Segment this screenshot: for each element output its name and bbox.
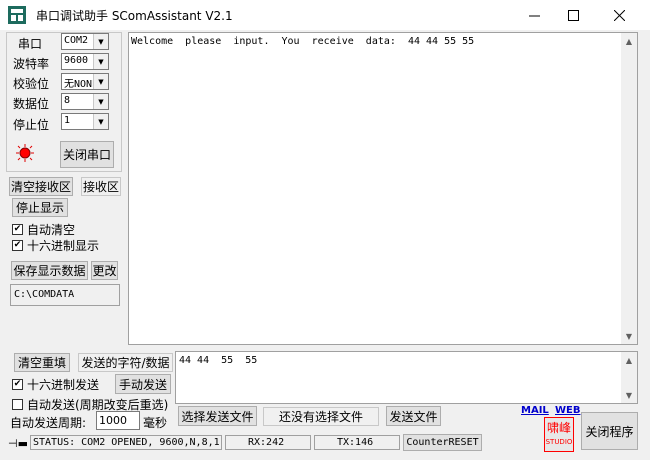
chevron-down-icon: ▼ — [93, 34, 108, 49]
logo-subtext: STUDIO — [545, 438, 573, 446]
hex-send-checkbox[interactable]: ✔ 十六进制发送 — [12, 376, 99, 393]
parity-label: 校验位 — [13, 77, 50, 91]
studio-logo[interactable]: 啸峰 STUDIO — [544, 417, 574, 452]
manual-send-button[interactable]: 手动发送 — [115, 374, 171, 394]
auto-send-box — [12, 399, 23, 410]
scroll-up-icon[interactable]: ▲ — [621, 352, 637, 368]
close-program-button[interactable]: 关闭程序 — [581, 412, 638, 450]
close-button[interactable] — [596, 0, 642, 30]
minimize-icon — [528, 15, 540, 16]
scroll-up-icon[interactable]: ▲ — [621, 33, 637, 49]
close-icon — [613, 9, 625, 21]
auto-clear-checkbox[interactable]: ✔ 自动清空 — [12, 221, 75, 238]
port-status-led-icon — [16, 144, 34, 162]
checkmark-icon: ✔ — [12, 240, 23, 251]
checkmark-icon: ✔ — [12, 379, 23, 390]
stopbits-value: 1 — [64, 115, 71, 126]
port-label: 串口 — [18, 37, 43, 51]
auto-clear-label: 自动清空 — [27, 223, 76, 237]
counter-reset-button[interactable]: CounterRESET — [403, 434, 482, 451]
scroll-down-icon[interactable]: ▼ — [621, 328, 637, 344]
rx-panel: RX:242 — [225, 435, 311, 450]
receive-scrollbar[interactable]: ▲ ▼ — [621, 33, 637, 344]
parity-value: 无NONE — [64, 79, 94, 90]
chevron-down-icon: ▼ — [93, 114, 108, 129]
file-status-label: 还没有选择文件 — [263, 407, 379, 426]
hex-send-label: 十六进制发送 — [27, 378, 100, 392]
app-icon — [8, 6, 26, 24]
stopbits-select[interactable]: 1 ▼ — [61, 113, 109, 130]
send-textarea[interactable]: 44 44 55 55 ▲ ▼ — [175, 351, 638, 404]
baud-select[interactable]: 9600 ▼ — [61, 53, 109, 70]
hex-display-label: 十六进制显示 — [27, 239, 100, 253]
period-unit-label: 毫秒 — [143, 416, 168, 430]
window-title: 串口调试助手 SComAssistant V2.1 — [36, 9, 233, 23]
rx-counter: RX:242 — [248, 437, 285, 448]
maximize-button[interactable] — [550, 0, 596, 30]
send-scrollbar[interactable]: ▲ ▼ — [621, 352, 637, 403]
databits-label: 数据位 — [13, 97, 50, 111]
receive-area-label: 接收区 — [81, 177, 121, 196]
tx-panel: TX:146 — [314, 435, 400, 450]
receive-textarea[interactable]: Welcome please input. You receive data: … — [128, 32, 638, 345]
web-link[interactable]: WEB — [555, 405, 580, 416]
clear-receive-button[interactable]: 清空接收区 — [9, 177, 73, 196]
period-input[interactable]: 1000 — [96, 411, 140, 430]
baud-value: 9600 — [64, 55, 89, 66]
port-value: COM2 — [64, 35, 89, 46]
close-port-button[interactable]: 关闭串口 — [60, 141, 114, 168]
port-select[interactable]: COM2 ▼ — [61, 33, 109, 50]
chevron-down-icon: ▼ — [93, 94, 108, 109]
receive-content: Welcome please input. You receive data: … — [131, 36, 475, 47]
title-bar: 串口调试助手 SComAssistant V2.1 — [0, 0, 650, 30]
scroll-down-icon[interactable]: ▼ — [621, 387, 637, 403]
save-data-button[interactable]: 保存显示数据 — [11, 261, 88, 280]
checkmark-icon: ✔ — [12, 224, 23, 235]
send-file-button[interactable]: 发送文件 — [386, 406, 441, 426]
clear-send-button[interactable]: 清空重填 — [14, 353, 70, 372]
parity-select[interactable]: 无NONE ▼ — [61, 73, 109, 90]
databits-select[interactable]: 8 ▼ — [61, 93, 109, 110]
tx-counter: TX:146 — [337, 437, 374, 448]
period-label: 自动发送周期: — [10, 416, 87, 430]
hex-display-checkbox[interactable]: ✔ 十六进制显示 — [12, 237, 99, 254]
pin-icon: ⊣▬ — [8, 437, 28, 450]
stop-display-button[interactable]: 停止显示 — [12, 198, 68, 217]
send-content: 44 44 55 55 — [179, 355, 258, 366]
period-value: 1000 — [99, 414, 127, 427]
baud-label: 波特率 — [13, 57, 50, 71]
maximize-icon — [567, 9, 579, 21]
save-path-value: C:\COMDATA — [14, 289, 75, 300]
save-path-field[interactable]: C:\COMDATA — [10, 284, 120, 306]
logo-text: 啸峰 — [546, 421, 571, 435]
status-text: STATUS: COM2 OPENED, 9600,N,8,1 — [33, 437, 220, 448]
status-panel: STATUS: COM2 OPENED, 9600,N,8,1 — [30, 435, 222, 450]
chevron-down-icon: ▼ — [93, 74, 108, 89]
databits-value: 8 — [64, 95, 71, 106]
auto-send-checkbox[interactable]: 自动发送(周期改变后重选) — [12, 396, 168, 413]
select-file-button[interactable]: 选择发送文件 — [178, 406, 257, 426]
mail-link[interactable]: MAIL — [521, 405, 549, 416]
send-chars-label: 发送的字符/数据 — [78, 353, 173, 372]
chevron-down-icon: ▼ — [93, 54, 108, 69]
stopbits-label: 停止位 — [13, 118, 50, 132]
change-path-button[interactable]: 更改 — [91, 261, 118, 280]
